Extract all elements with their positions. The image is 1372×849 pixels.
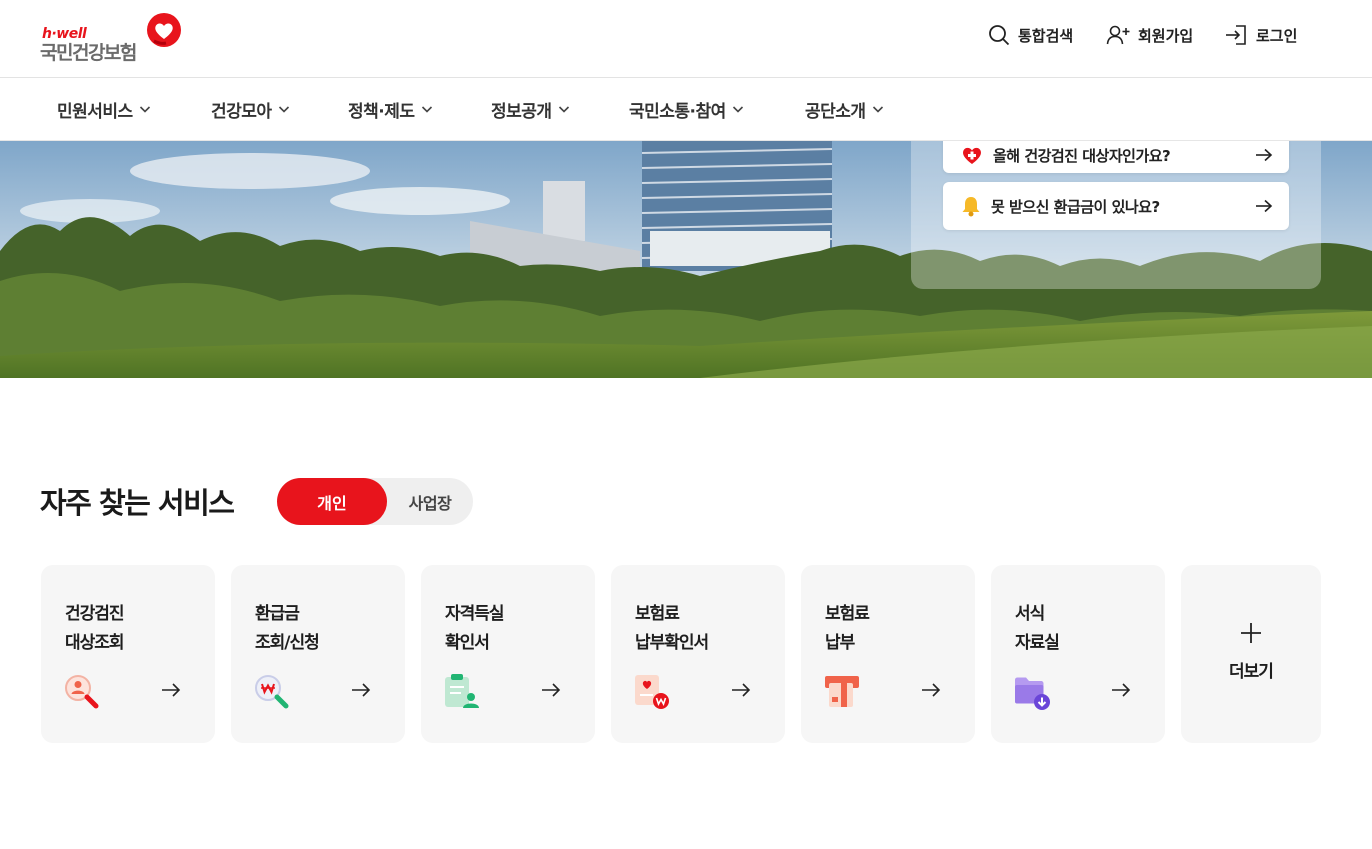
service-title-line1: 건강검진 <box>65 604 125 624</box>
service-card-refund[interactable]: 환급금 조회/신청 <box>231 565 405 743</box>
service-card-qualification[interactable]: 자격득실 확인서 <box>421 565 595 743</box>
arrow-right-icon <box>1112 683 1131 697</box>
arrow-right-icon <box>352 683 371 697</box>
nav-item-label: 정책·제도 <box>348 101 415 122</box>
tab-personal[interactable]: 개인 <box>277 478 387 525</box>
service-title-line1: 보험료 <box>635 604 680 624</box>
person-search-icon <box>65 675 99 709</box>
main-nav: 민원서비스 건강모아 정책·제도 정보공개 국민소통·참여 공단소개 <box>0 78 1372 141</box>
quick-link-refund[interactable]: 못 받으신 환급금이 있나요? <box>943 182 1289 230</box>
more-services-button[interactable]: 더보기 <box>1181 565 1321 743</box>
service-card-payment[interactable]: 보험료 납부 <box>801 565 975 743</box>
arrow-right-icon <box>542 683 561 697</box>
signup-link[interactable]: 회원가입 <box>1106 22 1193 48</box>
service-title-line1: 보험료 <box>825 604 870 624</box>
chevron-down-icon <box>139 106 150 113</box>
nav-item-health[interactable]: 건강모아 <box>211 96 290 122</box>
service-title-line1: 환급금 <box>255 604 300 624</box>
nav-item-label: 민원서비스 <box>57 101 133 122</box>
more-label: 더보기 <box>1229 662 1274 682</box>
nav-item-policy[interactable]: 정책·제도 <box>348 96 433 122</box>
service-type-toggle: 개인 사업장 <box>277 478 473 525</box>
service-title-line1: 자격득실 <box>445 604 505 624</box>
nav-item-label: 국민소통·참여 <box>629 101 726 122</box>
nav-item-label: 정보공개 <box>491 101 552 122</box>
nav-item-label: 공단소개 <box>805 101 866 122</box>
search-icon <box>989 25 1010 46</box>
chevron-down-icon <box>278 106 289 113</box>
service-title-line2: 자료실 <box>1015 633 1060 653</box>
folder-download-icon <box>1015 677 1050 710</box>
card-payment-icon <box>825 676 859 707</box>
login-label: 로그인 <box>1256 26 1298 45</box>
arrow-right-icon <box>732 683 751 697</box>
won-search-icon <box>255 675 289 709</box>
service-title-line2: 확인서 <box>445 633 490 653</box>
quick-link-label: 못 받으신 환급금이 있나요? <box>991 197 1160 216</box>
chevron-down-icon <box>558 106 569 113</box>
heart-logo-icon <box>147 13 181 47</box>
quick-link-label: 올해 건강검진 대상자인가요? <box>993 146 1171 165</box>
service-title-line2: 납부확인서 <box>635 633 709 653</box>
service-card-payment-certificate[interactable]: 보험료 납부확인서 <box>611 565 785 743</box>
nhis-logo[interactable]: h·well 국민건강보험 <box>40 12 185 64</box>
hero-banner: 올해 건강검진 대상자인가요? 못 받으신 환급금이 있나요? <box>0 141 1372 378</box>
bell-icon <box>962 197 980 217</box>
arrow-right-icon <box>922 683 941 697</box>
chevron-down-icon <box>872 106 883 113</box>
user-plus-icon <box>1106 25 1130 45</box>
nav-item-label: 건강모아 <box>211 101 272 122</box>
chevron-down-icon <box>421 106 432 113</box>
search-label: 통합검색 <box>1018 26 1074 45</box>
clipboard-user-icon <box>445 674 479 708</box>
top-header: h·well 국민건강보험 통합검색 회원가입 로그인 <box>0 0 1372 78</box>
service-title-line2: 납부 <box>825 633 855 653</box>
quick-links-panel: 올해 건강검진 대상자인가요? 못 받으신 환급금이 있나요? <box>911 141 1321 289</box>
document-won-icon <box>635 675 669 709</box>
service-card-forms[interactable]: 서식 자료실 <box>991 565 1165 743</box>
nav-item-civil-service[interactable]: 민원서비스 <box>57 96 151 122</box>
logo-name: 국민건강보험 <box>40 42 137 64</box>
signup-label: 회원가입 <box>1138 26 1194 45</box>
service-title-line1: 서식 <box>1015 604 1045 624</box>
nav-item-communication[interactable]: 국민소통·참여 <box>629 96 744 122</box>
arrow-right-icon <box>1256 148 1273 162</box>
service-title-line2: 대상조회 <box>65 633 125 653</box>
service-title-line2: 조회/신청 <box>255 633 320 653</box>
arrow-right-icon <box>1256 199 1273 213</box>
search-link[interactable]: 통합검색 <box>988 22 1073 48</box>
heart-plus-icon <box>963 147 981 164</box>
arrow-right-icon <box>162 683 181 697</box>
login-icon <box>1226 25 1246 45</box>
service-card-checkup-target[interactable]: 건강검진 대상조회 <box>41 565 215 743</box>
tab-business[interactable]: 사업장 <box>387 478 473 525</box>
section-title: 자주 찾는 서비스 <box>40 486 235 520</box>
quick-link-checkup[interactable]: 올해 건강검진 대상자인가요? <box>943 141 1289 173</box>
nav-item-about[interactable]: 공단소개 <box>805 96 884 122</box>
plus-icon <box>1241 623 1261 643</box>
login-link[interactable]: 로그인 <box>1224 22 1297 48</box>
nav-item-disclosure[interactable]: 정보공개 <box>491 96 570 122</box>
chevron-down-icon <box>732 106 743 113</box>
